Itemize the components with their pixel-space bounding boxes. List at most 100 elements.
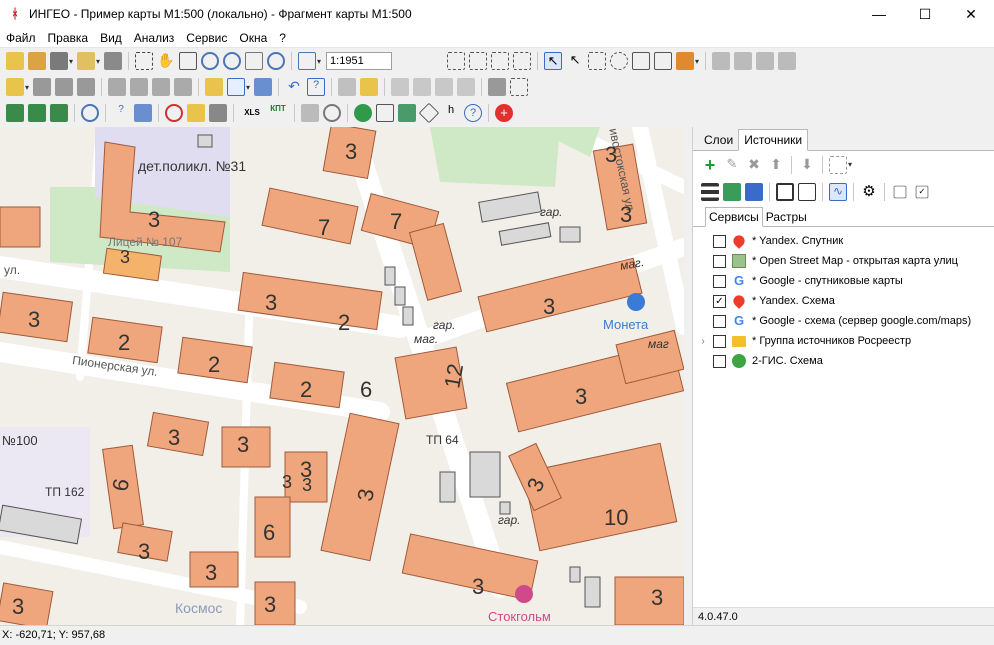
help-icon[interactable]: ? bbox=[464, 104, 482, 122]
list-item[interactable]: * Open Street Map - открытая карта улиц bbox=[693, 251, 994, 271]
maximize-button[interactable]: ☐ bbox=[902, 0, 948, 28]
bank-poi-icon[interactable] bbox=[627, 293, 645, 311]
move-up-icon[interactable]: ⬆ bbox=[767, 156, 785, 174]
fit-extent-icon[interactable] bbox=[829, 155, 847, 174]
grid-b-icon[interactable] bbox=[734, 52, 753, 70]
snap-g-icon[interactable] bbox=[488, 78, 507, 96]
move-down-icon[interactable]: ⬇ bbox=[798, 156, 816, 174]
xls-export-icon[interactable]: XLS bbox=[240, 104, 264, 122]
print-icon[interactable] bbox=[104, 52, 123, 70]
snap-f-icon[interactable] bbox=[457, 78, 476, 96]
direction-icon[interactable] bbox=[418, 102, 440, 124]
source-checkbox[interactable] bbox=[713, 354, 726, 368]
edit-geometry-icon[interactable] bbox=[33, 78, 52, 96]
measure-b-icon[interactable] bbox=[28, 104, 46, 122]
select-invert-icon[interactable] bbox=[513, 52, 532, 70]
zoom-scale-icon[interactable] bbox=[267, 52, 286, 70]
save-icon[interactable] bbox=[776, 182, 794, 201]
menu-help[interactable]: ? bbox=[273, 31, 292, 45]
snap-c-icon[interactable] bbox=[391, 78, 410, 96]
zoom-window-icon[interactable] bbox=[179, 52, 198, 70]
pointer-tool-icon[interactable]: ↖ bbox=[544, 52, 563, 70]
list-item[interactable]: G * Google - спутниковые карты bbox=[693, 271, 994, 291]
source-checkbox[interactable] bbox=[713, 334, 726, 348]
list-item[interactable]: 2-ГИС. Схема bbox=[693, 351, 994, 371]
chevron-right-icon[interactable]: › bbox=[693, 336, 713, 347]
subtab-services[interactable]: Сервисы bbox=[705, 207, 763, 227]
add-plugin-icon[interactable]: + bbox=[495, 104, 513, 122]
panel-splitter[interactable] bbox=[684, 127, 692, 625]
list-icon[interactable] bbox=[701, 182, 719, 201]
gear-icon[interactable]: ⚙ bbox=[860, 183, 878, 201]
check-all-icon[interactable]: ✓ bbox=[915, 185, 929, 198]
highlight-icon[interactable] bbox=[187, 104, 205, 122]
height-icon[interactable]: h bbox=[442, 104, 460, 122]
polygon-select-icon[interactable] bbox=[632, 52, 651, 70]
source-checkbox[interactable] bbox=[713, 274, 726, 288]
list-item[interactable]: ✓ * Yandex. Схема bbox=[693, 291, 994, 311]
search-icon[interactable] bbox=[81, 104, 99, 122]
source-checkbox[interactable] bbox=[713, 314, 726, 328]
menu-file[interactable]: Файл bbox=[0, 31, 42, 45]
uncheck-all-icon[interactable] bbox=[893, 185, 907, 198]
kpt-import-icon[interactable]: КПТ bbox=[268, 104, 288, 122]
undo-icon[interactable]: ↶ bbox=[285, 78, 303, 96]
list-item[interactable]: * Yandex. Спутник bbox=[693, 231, 994, 251]
menu-view[interactable]: Вид bbox=[94, 31, 128, 45]
style-select-icon[interactable] bbox=[676, 52, 695, 70]
delete-icon[interactable]: ✖ bbox=[745, 156, 763, 174]
select-add-icon[interactable] bbox=[469, 52, 488, 70]
measure-a-icon[interactable] bbox=[6, 104, 24, 122]
tab-layers[interactable]: Слои bbox=[699, 130, 738, 150]
open-map-icon[interactable] bbox=[6, 52, 24, 70]
zoom-extent-icon[interactable] bbox=[135, 52, 154, 70]
query-icon[interactable]: ? bbox=[112, 104, 130, 122]
snap-a-icon[interactable] bbox=[338, 78, 357, 96]
source-checkbox[interactable] bbox=[713, 254, 726, 268]
zoom-in-icon[interactable] bbox=[201, 52, 220, 70]
subtab-rasters[interactable]: Растры bbox=[763, 208, 810, 226]
minimize-button[interactable]: — bbox=[856, 0, 902, 28]
select-remove-icon[interactable] bbox=[491, 52, 510, 70]
semantics-icon[interactable] bbox=[205, 78, 224, 96]
menu-windows[interactable]: Окна bbox=[233, 31, 273, 45]
new-object-icon[interactable] bbox=[6, 78, 24, 96]
menu-service[interactable]: Сервис bbox=[180, 31, 233, 45]
move-points-icon[interactable] bbox=[55, 78, 74, 96]
zoom-out-icon[interactable] bbox=[223, 52, 242, 70]
split-icon[interactable] bbox=[77, 78, 96, 96]
report-icon[interactable] bbox=[134, 104, 152, 122]
raster-icon[interactable] bbox=[723, 182, 741, 201]
cut-icon[interactable] bbox=[152, 78, 171, 96]
document-icon[interactable] bbox=[77, 52, 96, 70]
hotel-poi-icon[interactable] bbox=[515, 585, 533, 603]
table-icon[interactable] bbox=[227, 78, 246, 96]
magnifier-icon[interactable] bbox=[323, 104, 341, 122]
properties-icon[interactable] bbox=[798, 182, 816, 201]
list-item[interactable]: › * Группа источников Росреестр bbox=[693, 331, 994, 351]
delete-points-icon[interactable] bbox=[108, 78, 127, 96]
list-item[interactable]: G * Google - схема (сервер google.com/ma… bbox=[693, 311, 994, 331]
snap-h-icon[interactable] bbox=[510, 78, 529, 96]
add-icon[interactable]: + bbox=[701, 156, 719, 174]
menu-edit[interactable]: Правка bbox=[42, 31, 95, 45]
info-query-icon[interactable]: ? bbox=[307, 78, 326, 96]
activity-icon[interactable]: ∿ bbox=[829, 182, 847, 201]
close-button[interactable]: ✕ bbox=[948, 0, 994, 28]
pan-hand-icon[interactable]: ✋ bbox=[157, 52, 175, 70]
pointer-select-icon[interactable]: ↖ bbox=[566, 52, 584, 70]
line-select-icon[interactable] bbox=[654, 52, 673, 70]
eraser-icon[interactable] bbox=[209, 104, 227, 122]
tab-sources[interactable]: Источники bbox=[738, 129, 809, 151]
source-checkbox[interactable] bbox=[713, 234, 726, 248]
grid-c-icon[interactable] bbox=[756, 52, 775, 70]
map-canvas[interactable]: дет.поликл. №31 Лицей № 107 Пионерская у… bbox=[0, 127, 684, 625]
home-icon[interactable] bbox=[376, 104, 394, 122]
source-checkbox[interactable]: ✓ bbox=[713, 294, 726, 308]
no-entry-icon[interactable] bbox=[165, 104, 183, 122]
grid-d-icon[interactable] bbox=[778, 52, 797, 70]
merge-icon[interactable] bbox=[130, 78, 149, 96]
edit-icon[interactable]: ✎ bbox=[723, 156, 741, 174]
open-project-icon[interactable] bbox=[28, 52, 46, 70]
select-rect-icon[interactable] bbox=[447, 52, 466, 70]
